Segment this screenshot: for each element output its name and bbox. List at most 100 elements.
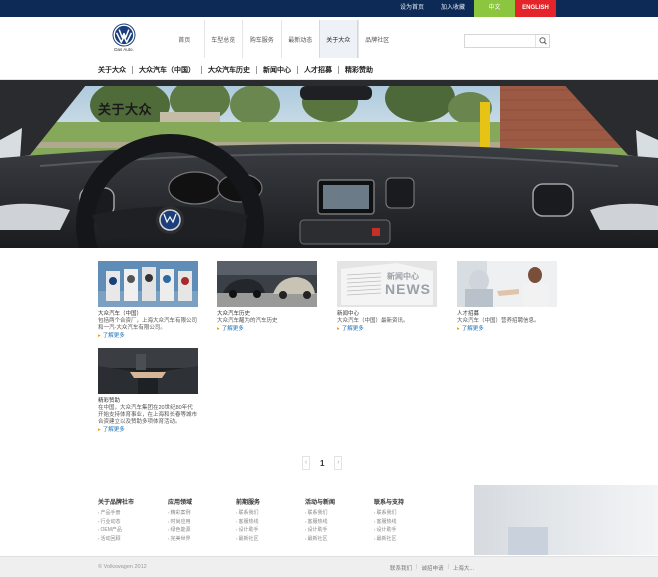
learn-more-link[interactable]: 了解更多 [98,426,198,434]
brand-tagline: Das Auto. [114,47,134,52]
footer-column-title: 关于品牌社市 [98,500,135,506]
subnav-vw-china[interactable]: 大众汽车（中国） [139,65,195,75]
footer-column: 前期服务 联系我们 客服热线 设计助手 最新社区 [236,497,260,543]
footer-link[interactable]: 产品手册 [98,509,134,518]
hero-banner: 关于大众 [0,80,658,248]
footer-link[interactable]: 最新社区 [236,535,260,544]
footer-separator: | [447,564,449,570]
subnav-news-center[interactable]: 新闻中心 [263,65,291,75]
subnav-divider [297,66,298,74]
footer-column: 活动与新闻 联系我们 客服热线 设计助手 最新社区 [305,497,335,543]
footer-link[interactable]: 时尚应用 [168,518,192,527]
footer-link[interactable]: 最新社区 [374,535,404,544]
subnav-divider [256,66,257,74]
footer-column: 应用领域 精彩案例 时尚应用 绿色能源 完美世界 [168,497,192,543]
news-banner-line2: NEWS [385,281,431,297]
vw-logo-icon[interactable] [112,23,136,47]
sub-navigation: 关于大众 大众汽车（中国） 大众汽车历史 新闻中心 人才招募 精彩赞助 [98,64,373,76]
subnav-about[interactable]: 关于大众 [98,65,126,75]
pager-next-button[interactable]: › [334,456,343,470]
page-footer: © Volkswagen 2012 联系我们 | 诚招申请 | 上海大... [0,556,658,577]
learn-more-link[interactable]: 了解更多 [457,325,557,333]
card-description: 在中国，大众汽车集团在20世纪80年代开始支持体育事业，在上海和长春等城市合资建… [98,405,198,425]
top-utility-bar: 设为首页 加入收藏 中文 ENGLISH [0,0,658,17]
footer-bottom-link[interactable]: 诚招申请 [421,564,443,572]
card-title: 新闻中心 [337,311,360,317]
add-favorite-link[interactable]: 加入收藏 [432,0,474,17]
footer-bottom-link[interactable]: 联系我们 [390,564,412,572]
footer-link[interactable]: 最新社区 [305,535,335,544]
card-description: 大众汽车醒为的汽车历史 [217,318,278,324]
search-box [464,34,550,48]
card-news-center[interactable]: 新闻中心 NEWS 新闻中心 大众汽车（中国）最新资讯。 了解更多 [337,261,437,333]
footer-column-title: 联系与支持 [374,500,405,506]
footer-column: 关于品牌社市 产品手册 行业动态 OEM产品 活动回顾 [98,497,134,543]
pager-current-page[interactable]: 1 [320,459,324,468]
footer-link[interactable]: 行业动态 [98,518,134,527]
subnav-sponsorship[interactable]: 精彩赞助 [345,65,373,75]
footer-link[interactable]: 联系我们 [236,509,260,518]
subnav-careers[interactable]: 人才招募 [304,65,332,75]
nav-about[interactable]: 关于大众 [319,20,358,58]
flags-image [98,261,198,307]
footer-link[interactable]: 绿色能源 [168,526,192,535]
pager-prev-button[interactable]: ‹ [302,456,310,470]
nav-models[interactable]: 车型总览 [203,20,243,58]
handshake-image [457,261,557,307]
subnav-divider [132,66,133,74]
card-title: 大众汽车（中国） [98,311,143,317]
footer-link[interactable]: 设计助手 [236,526,260,535]
footer-column-title: 活动与新闻 [305,500,336,506]
footer-bottom-links: 联系我们 | 诚招申请 | 上海大... [390,564,474,572]
subnav-divider [338,66,339,74]
card-title: 人才招募 [457,311,480,317]
card-description: 大众汽车（中国）营养招聘信息。 [457,318,540,324]
card-history[interactable]: 大众汽车历史 大众汽车醒为的汽车历史 了解更多 [217,261,317,333]
nav-home[interactable]: 首页 [165,20,204,58]
footer-link[interactable]: OEM产品 [98,526,134,535]
footer-link[interactable]: 客服热线 [305,518,335,527]
nav-latest-news[interactable]: 最新动态 [280,20,320,58]
footer-link[interactable]: 设计助手 [305,526,335,535]
language-chinese-button[interactable]: 中文 [474,0,515,17]
footer-link[interactable]: 活动回顾 [98,535,134,544]
footer-link[interactable]: 设计助手 [374,526,404,535]
footer-link[interactable]: 客服热线 [236,518,260,527]
subnav-divider [201,66,202,74]
search-button[interactable] [535,35,549,47]
learn-more-link[interactable]: 了解更多 [217,325,317,333]
footer-column: 联系与支持 联系我们 客服热线 设计助手 最新社区 [374,497,404,543]
card-careers[interactable]: 人才招募 大众汽车（中国）营养招聘信息。 了解更多 [457,261,557,333]
language-english-button[interactable]: ENGLISH [515,0,556,17]
card-description: 大众汽车（中国）最新资讯。 [337,318,409,324]
card-title: 精彩赞助 [98,398,121,404]
copyright-text: © Volkswagen 2012 [98,564,147,570]
card-vw-china[interactable]: 大众汽车（中国） 包括两个合资厂，上海大众汽车有限公司和一汽-大众汽车有限公司。… [98,261,198,340]
subnav-history[interactable]: 大众汽车历史 [208,65,250,75]
pixelated-region [474,485,658,555]
learn-more-link[interactable]: 了解更多 [337,325,437,333]
learn-more-link[interactable]: 了解更多 [98,332,198,340]
footer-link[interactable]: 完美世界 [168,535,192,544]
footer-bottom-link[interactable]: 上海大... [453,564,474,572]
search-input[interactable] [465,35,535,47]
footer-column-title: 应用领域 [168,500,193,506]
footer-link[interactable]: 联系我们 [305,509,335,518]
classic-cars-image [217,261,317,307]
footer-column-title: 前期服务 [236,500,261,506]
hero-title: 关于大众 [98,102,153,117]
footer-link[interactable]: 精彩案例 [168,509,192,518]
nav-community[interactable]: 品牌社区 [357,20,397,58]
search-icon [539,37,547,45]
card-sponsorship[interactable]: 精彩赞助 在中国，大众汽车集团在20世纪80年代开始支持体育事业，在上海和长春等… [98,348,198,434]
business-handshake-image [98,348,198,394]
pagination: ‹ 1 › [302,456,343,470]
card-description: 包括两个合资厂，上海大众汽车有限公司和一汽-大众汽车有限公司。 [98,318,198,331]
pixelated-block [508,527,548,555]
card-title: 大众汽车历史 [217,311,251,317]
main-navigation: 首页 车型总览 购车服务 最新动态 关于大众 品牌社区 [165,20,396,58]
set-home-link[interactable]: 设为首页 [392,0,432,17]
nav-purchase-service[interactable]: 购车服务 [242,20,281,58]
footer-link[interactable]: 客服热线 [374,518,404,527]
footer-link[interactable]: 联系我们 [374,509,404,518]
